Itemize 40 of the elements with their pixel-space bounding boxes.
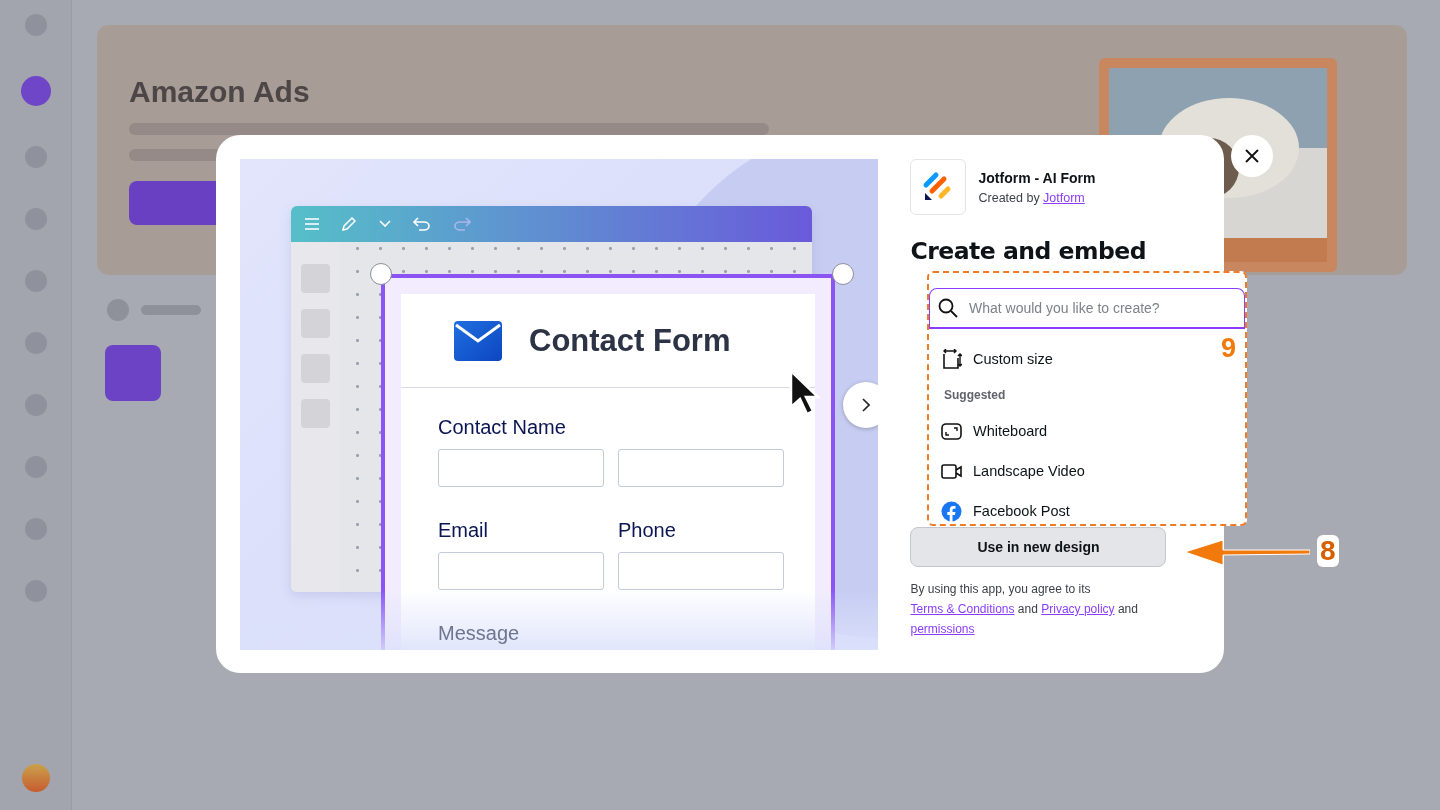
app-thumbnail <box>105 345 161 401</box>
menu-item[interactable]: Facebook Post <box>941 491 1070 524</box>
menu-icon <box>305 218 319 230</box>
section-heading: Create and embed <box>910 237 1148 265</box>
step-number: 8 <box>1317 535 1339 567</box>
menu-item[interactable]: Whiteboard <box>941 411 1048 451</box>
facebook-icon <box>941 500 962 522</box>
field-label: Email <box>438 519 489 542</box>
search-icon <box>938 298 958 318</box>
field-label: Contact Name <box>438 416 567 439</box>
menu-item[interactable]: Custom size <box>941 339 1053 379</box>
field-label: Message <box>438 622 520 645</box>
app-name: Jotform - AI Form <box>978 169 1096 186</box>
chevron-down-icon <box>379 220 391 228</box>
terms-text: By using this app, you agree to its Terms & Conditions and Privacy policy and permissions <box>910 581 1139 638</box>
search-field[interactable]: What would you like to create? <box>929 288 1245 329</box>
chevron-right-icon <box>862 398 870 412</box>
close-icon <box>1244 148 1260 164</box>
redo-icon <box>453 217 471 231</box>
search-icon <box>107 299 129 321</box>
section-label: Suggested <box>943 387 1007 404</box>
author-label: Created by <box>978 190 1041 205</box>
terms-link[interactable]: Terms & Conditions <box>910 602 1015 616</box>
avatar-icon <box>21 764 50 792</box>
field-label: Phone <box>618 519 677 542</box>
create-icon <box>20 76 51 106</box>
terms-link[interactable]: permissions <box>910 622 975 636</box>
step-number: 9 <box>1221 333 1237 364</box>
author-link[interactable]: Jotform <box>1043 190 1085 205</box>
banner-title: Amazon Ads <box>129 75 311 109</box>
envelope-icon <box>454 320 502 361</box>
pencil-icon <box>341 216 357 232</box>
terms-link[interactable]: Privacy policy <box>1041 602 1115 616</box>
use-in-new-design-button[interactable]: Use in new design <box>910 527 1167 567</box>
search-query-placeholder-bar <box>141 305 201 315</box>
undo-icon <box>413 217 431 231</box>
whiteboard-icon <box>941 420 962 442</box>
form-title: Contact Form <box>529 322 731 359</box>
menu-item[interactable]: Landscape Video <box>941 451 1085 491</box>
custom-size-icon <box>941 348 962 370</box>
